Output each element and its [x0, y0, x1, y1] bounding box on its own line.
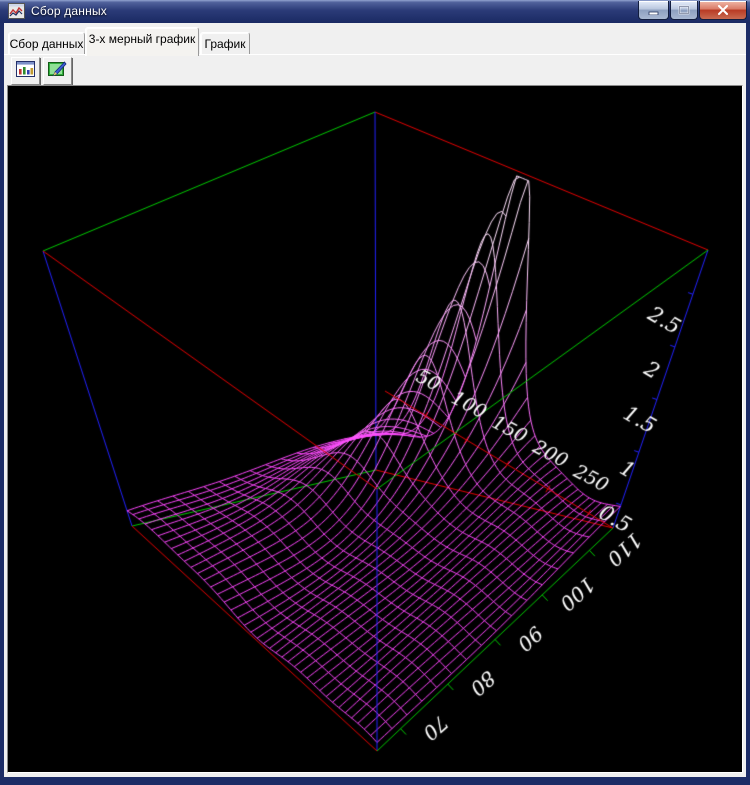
- toolbar: [11, 57, 72, 84]
- maximize-button[interactable]: [670, 1, 698, 20]
- bar-chart-icon: [16, 61, 35, 82]
- tab-data-collection[interactable]: Сбор данных: [8, 32, 85, 55]
- window-title: Сбор данных: [31, 4, 107, 18]
- app-icon: [8, 3, 25, 19]
- edit-image-icon: [48, 61, 67, 82]
- surface-plot-canvas[interactable]: [8, 86, 742, 772]
- titlebar[interactable]: Сбор данных: [0, 0, 750, 23]
- app-window: Сбор данных Сбор данных 3-х мерный графи…: [0, 0, 750, 785]
- minimize-button[interactable]: [638, 1, 669, 20]
- close-button[interactable]: [699, 1, 747, 20]
- tab-3d-graph[interactable]: 3-х мерный график: [85, 27, 199, 56]
- plot-frame: [7, 85, 743, 773]
- client-area: Сбор данных 3-х мерный график График: [4, 23, 746, 776]
- edit-image-button[interactable]: [43, 57, 72, 85]
- window-controls: [638, 1, 747, 20]
- tab-graph[interactable]: График: [200, 32, 250, 55]
- tab-page-3d-graph: [4, 54, 746, 777]
- chart-button[interactable]: [11, 57, 40, 85]
